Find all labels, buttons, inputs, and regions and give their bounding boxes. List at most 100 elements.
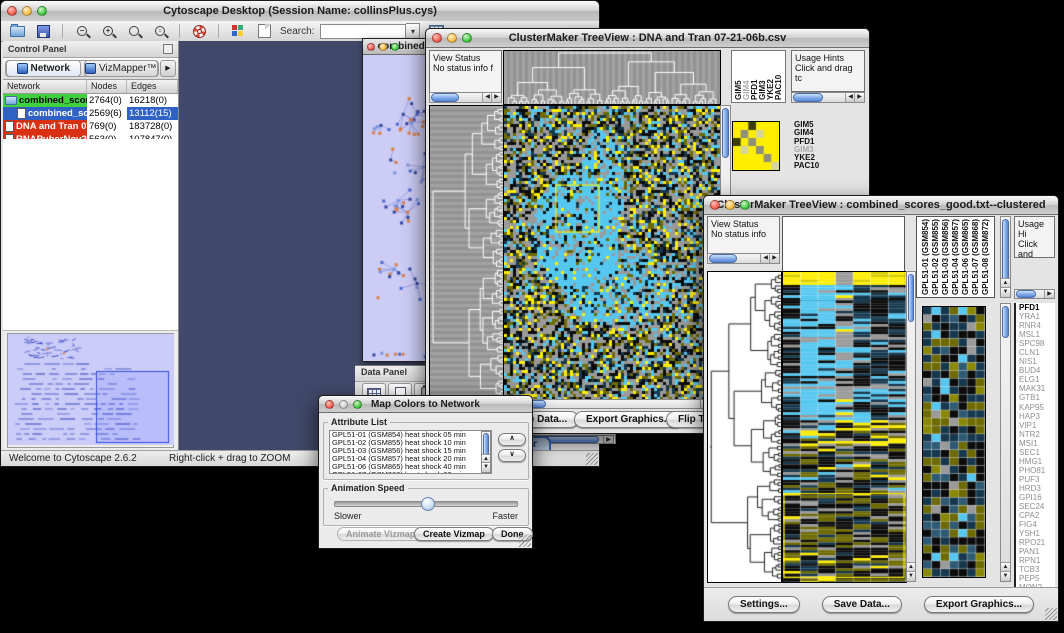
column-label[interactable]: GPL51-02 (GSM855) <box>931 219 940 295</box>
close-button[interactable] <box>710 200 720 210</box>
animation-speed-slider[interactable] <box>334 501 518 507</box>
gene-label[interactable]: VIP1 <box>1019 421 1055 430</box>
column-label[interactable]: GPL51-04 (GSM857) <box>951 219 960 295</box>
column-label[interactable]: GPL51-06 (GSM865) <box>961 219 970 295</box>
network-table-row[interactable]: combined_scores 2764(0) 16218(0) <box>3 94 178 107</box>
slider-handle[interactable] <box>421 497 435 511</box>
gene-label[interactable]: HMG1 <box>1019 457 1055 466</box>
col-network[interactable]: Network <box>3 80 87 93</box>
labels-vscrollbar[interactable]: ▲▼ <box>1000 216 1011 298</box>
gene-label[interactable]: PEP5 <box>1019 574 1055 583</box>
column-label[interactable]: GPL51-08 (GSM872) <box>981 219 990 295</box>
gene-label[interactable]: PUF3 <box>1019 475 1055 484</box>
search-input[interactable] <box>320 24 406 39</box>
column-label[interactable]: PAC10 <box>774 75 783 100</box>
gene-label[interactable]: MSI1 <box>1019 439 1055 448</box>
minimize-button[interactable] <box>447 33 457 43</box>
gene-label[interactable]: BUD4 <box>1019 366 1055 375</box>
gene-label[interactable]: MSL1 <box>1019 330 1055 339</box>
open-session-button[interactable] <box>7 23 27 39</box>
zoom-button[interactable] <box>37 6 47 16</box>
gene-label[interactable]: NTR2 <box>1019 430 1055 439</box>
animate-vizmap-button[interactable]: Animate Vizmap <box>337 527 424 541</box>
zoom-fit-button[interactable]: ▫ <box>150 23 170 39</box>
row-label[interactable]: PAC10 <box>794 162 862 170</box>
close-button[interactable] <box>367 43 375 51</box>
gene-label[interactable]: RNR4 <box>1019 321 1055 330</box>
annotation-button[interactable] <box>254 23 274 39</box>
column-label[interactable]: GPL51-07 (GSM868) <box>971 219 980 295</box>
create-vizmap-button[interactable]: Create Vizmap <box>414 527 494 541</box>
heatmap-vscrollbar[interactable]: ▲▼ <box>906 271 916 582</box>
gene-label[interactable]: PHO81 <box>1019 466 1055 475</box>
gene-label[interactable]: MAK31 <box>1019 384 1055 393</box>
column-dendrogram[interactable] <box>503 50 721 105</box>
treeview2-button[interactable]: Settings... <box>728 596 800 613</box>
treeview1-titlebar[interactable]: ClusterMaker TreeView : DNA and Tran 07-… <box>426 29 869 48</box>
zoom-button[interactable] <box>462 33 472 43</box>
zoom-button[interactable] <box>391 43 399 51</box>
gene-label[interactable]: SEC1 <box>1019 448 1055 457</box>
resize-grip[interactable] <box>586 453 598 465</box>
treeview2-button[interactable]: Export Graphics... <box>924 596 1034 613</box>
minimize-button[interactable] <box>339 400 348 409</box>
gene-label[interactable]: YRA1 <box>1019 312 1055 321</box>
help-button[interactable] <box>189 23 209 39</box>
gene-label[interactable]: GTB1 <box>1019 393 1055 402</box>
gene-label[interactable]: SPC98 <box>1019 339 1055 348</box>
close-button[interactable] <box>7 6 17 16</box>
zoomed-heatmap[interactable] <box>922 306 986 578</box>
expression-heatmap[interactable] <box>503 105 721 400</box>
save-session-button[interactable] <box>33 23 53 39</box>
gene-label[interactable]: KAP95 <box>1019 403 1055 412</box>
gene-label[interactable]: NIS1 <box>1019 357 1055 366</box>
move-up-button[interactable]: ∧ <box>498 433 526 446</box>
row-dendrogram[interactable] <box>707 271 782 583</box>
zoom-selected-button[interactable] <box>124 23 144 39</box>
view-status-scrollbar[interactable]: ◀▶ <box>707 253 780 264</box>
gene-label[interactable]: RPN1 <box>1019 556 1055 565</box>
gene-label[interactable]: CPA2 <box>1019 511 1055 520</box>
float-panel-icon[interactable] <box>163 44 173 54</box>
minimize-button[interactable] <box>379 43 387 51</box>
control-panel-tab[interactable]: Network <box>6 60 81 77</box>
close-button[interactable] <box>325 400 334 409</box>
network-table-row[interactable]: combined_sco 2569(6) 13112(15) <box>3 107 178 120</box>
gene-label[interactable]: ELG1 <box>1019 375 1055 384</box>
gene-label[interactable]: PFD1 <box>1019 303 1055 312</box>
control-panel-tab[interactable]: VizMapper™ <box>84 60 159 77</box>
gene-label[interactable]: HAP3 <box>1019 412 1055 421</box>
column-label[interactable]: GPL51-03 (GSM856) <box>941 219 950 295</box>
resize-grip[interactable] <box>1045 608 1057 620</box>
gene-label[interactable]: TCB3 <box>1019 565 1055 574</box>
usage-hints-scrollbar[interactable]: ▶ <box>1014 289 1055 299</box>
gene-label[interactable]: RPO21 <box>1019 538 1055 547</box>
zoom-out-button[interactable]: − <box>72 23 92 39</box>
col-nodes[interactable]: Nodes <box>87 80 127 93</box>
gene-label[interactable]: CLN1 <box>1019 348 1055 357</box>
move-down-button[interactable]: ∨ <box>498 449 526 462</box>
more-tabs-button[interactable]: ▶ <box>160 60 176 77</box>
usage-hints-scrollbar[interactable]: ◀▶ <box>791 92 865 103</box>
main-titlebar[interactable]: Cytoscape Desktop (Session Name: collins… <box>1 1 599 22</box>
view-status-scrollbar[interactable]: ◀▶ <box>429 92 502 103</box>
gene-label[interactable]: PAN1 <box>1019 547 1055 556</box>
gene-list-scrollbar[interactable]: ▲▼ <box>1000 303 1011 582</box>
gene-label[interactable]: SEC24 <box>1019 502 1055 511</box>
resize-grip[interactable] <box>519 535 531 547</box>
minimize-button[interactable] <box>725 200 735 210</box>
expression-heatmap[interactable] <box>782 271 907 583</box>
attribute-list-scrollbar[interactable]: ▲▼ <box>481 431 491 473</box>
attribute-item[interactable]: GPL51-07 (GSM868) heat shock 60 min <box>332 471 491 474</box>
treeview2-titlebar[interactable]: ClusterMaker TreeView : combined_scores_… <box>704 196 1058 215</box>
network-overview-panel[interactable] <box>7 333 174 448</box>
search-dropdown-arrow[interactable]: ▾ <box>406 23 420 40</box>
vizmapper-button[interactable] <box>228 23 248 39</box>
zoom-button[interactable] <box>353 400 362 409</box>
row-dendrogram[interactable] <box>429 105 504 400</box>
minimize-button[interactable] <box>22 6 32 16</box>
network-table-row[interactable]: DNA and Tran 07 769(0) 183728(0) <box>3 120 178 133</box>
close-button[interactable] <box>432 33 442 43</box>
treeview2-button[interactable]: Save Data... <box>822 596 902 613</box>
zoom-button[interactable] <box>740 200 750 210</box>
